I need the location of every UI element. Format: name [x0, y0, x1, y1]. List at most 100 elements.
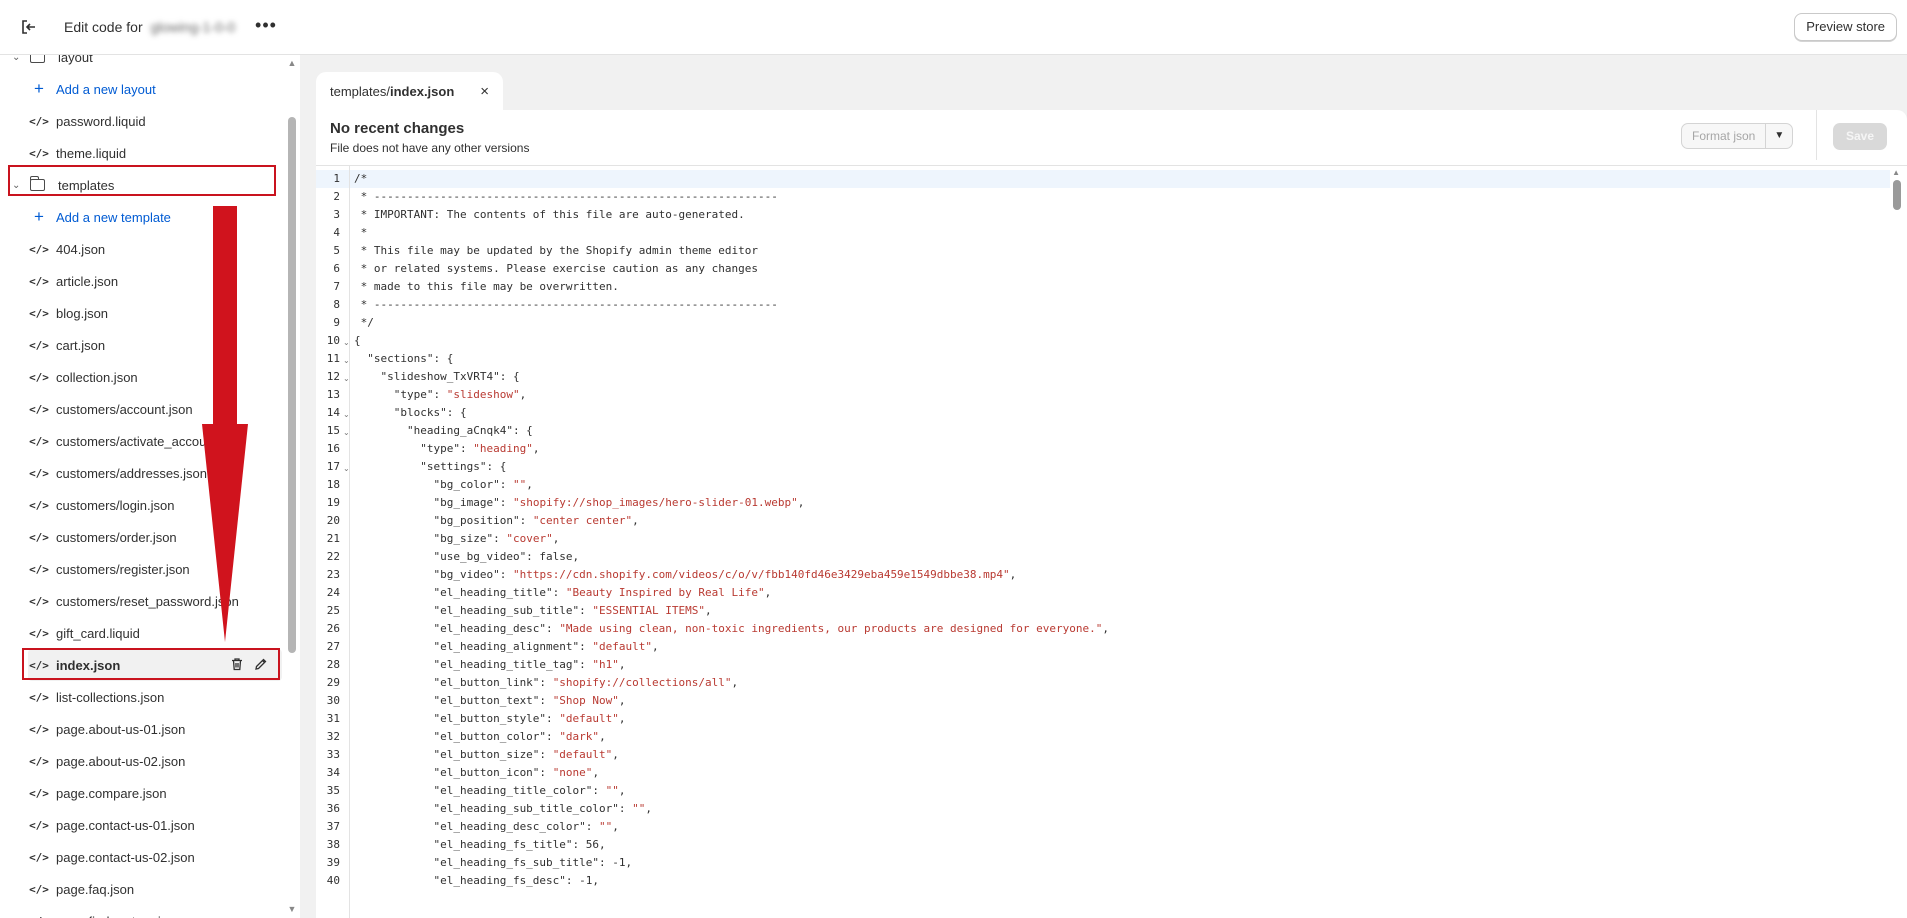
code-line[interactable]: "sections": { [354, 350, 453, 368]
fold-chevron-icon[interactable]: ⌄ [343, 334, 350, 352]
save-button[interactable]: Save [1833, 123, 1887, 150]
editor-scroll-up-icon[interactable]: ▲ [1892, 168, 1900, 177]
code-line[interactable]: "el_heading_title_color": "", [354, 782, 625, 800]
code-line[interactable]: "el_button_icon": "none", [354, 764, 599, 782]
sidebar-item-page-compare-json[interactable]: </> page.compare.json [28, 777, 282, 809]
sidebar-item-page-faq-json[interactable]: </> page.faq.json [28, 873, 282, 905]
code-line[interactable]: { [354, 332, 361, 350]
code-line[interactable]: "el_heading_desc": "Made using clean, no… [354, 620, 1109, 638]
sidebar-item-404-json[interactable]: </> 404.json [28, 233, 282, 265]
folder-layout[interactable]: ⌄ layout [0, 55, 290, 73]
string-token: "center center" [532, 514, 633, 527]
code-line[interactable]: "el_heading_sub_title": "ESSENTIAL ITEMS… [354, 602, 711, 620]
code-token: * --------------------------------------… [354, 298, 778, 311]
code-line[interactable]: * --------------------------------------… [354, 296, 778, 314]
fold-chevron-icon[interactable]: ⌄ [343, 460, 350, 478]
line-number: 8 [333, 298, 340, 311]
fold-chevron-icon[interactable]: ⌄ [343, 424, 350, 442]
sidebar-scroll-up-icon[interactable]: ▲ [287, 58, 297, 68]
code-line[interactable]: * IMPORTANT: The contents of this file a… [354, 206, 745, 224]
sidebar-item-label: page.contact-us-02.json [56, 849, 195, 865]
line-number: 4 [333, 226, 340, 239]
sidebar-item-password-liquid[interactable]: </> password.liquid [28, 105, 282, 137]
fold-chevron-icon[interactable]: ⌄ [343, 370, 350, 388]
code-token: , [618, 712, 626, 725]
code-token: , [652, 640, 659, 653]
code-editor[interactable]: 1 2 3 4 5 6 7 8 9 10 ⌄ 11 ⌄ 12 ⌄ 13 14 ⌄ 15 ⌄ 16 17 ⌄ 18 19 20 21 2… [316, 165, 1907, 918]
add-add-a-new-template-link[interactable]: + Add a new template [28, 201, 282, 233]
sidebar-scroll-down-icon[interactable]: ▼ [287, 904, 297, 914]
code-line[interactable]: "el_heading_fs_title": 56, [354, 836, 605, 854]
chevron-down-icon[interactable]: ⌄ [12, 55, 20, 63]
code-line[interactable]: "el_button_style": "default", [354, 710, 626, 728]
code-file-icon: </> [29, 370, 49, 384]
code-line[interactable]: "bg_image": "shopify://shop_images/hero-… [354, 494, 804, 512]
code-line[interactable]: "type": "slideshow", [354, 386, 526, 404]
code-line[interactable]: "el_button_text": "Shop Now", [354, 692, 625, 710]
code-line[interactable]: "settings": { [354, 458, 506, 476]
code-line[interactable]: "el_heading_fs_desc": -1, [354, 872, 599, 890]
code-line[interactable]: * made to this file may be overwritten. [354, 278, 619, 296]
code-line[interactable]: "type": "heading", [354, 440, 539, 458]
sidebar-item-page-about-us-01-json[interactable]: </> page.about-us-01.json [28, 713, 282, 745]
sidebar-item-page-contact-us-02-json[interactable]: </> page.contact-us-02.json [28, 841, 282, 873]
code-line[interactable]: * --------------------------------------… [354, 188, 778, 206]
line-number: 20 [326, 514, 340, 527]
code-token: , [519, 388, 527, 401]
code-line[interactable]: "el_heading_sub_title_color": "", [354, 800, 652, 818]
code-line[interactable]: "bg_position": "center center", [354, 512, 638, 530]
code-line[interactable]: "el_heading_alignment": "default", [354, 638, 659, 656]
page-title: Edit code for glowing-1-0-0 [64, 19, 235, 35]
editor-area: templates/index.json × No recent changes… [316, 72, 1907, 918]
format-json-button[interactable]: Format json ▼ [1681, 123, 1794, 149]
code-line[interactable]: "el_button_size": "default", [354, 746, 618, 764]
code-token: "slideshow_TxVRT4": { [354, 370, 520, 383]
code-line[interactable]: "bg_size": "cover", [354, 530, 559, 548]
format-json-label[interactable]: Format json [1682, 124, 1767, 148]
index-json-highlight-box [22, 648, 280, 680]
sidebar-item-cart-json[interactable]: </> cart.json [28, 329, 282, 361]
code-line[interactable]: "el_button_color": "dark", [354, 728, 605, 746]
code-token: * IMPORTANT: The contents of this file a… [354, 208, 745, 221]
chevron-down-icon[interactable]: ▼ [1766, 124, 1792, 148]
code-line[interactable]: "el_heading_fs_sub_title": -1, [354, 854, 632, 872]
sidebar-item-article-json[interactable]: </> article.json [28, 265, 282, 297]
sidebar-item-page-about-us-02-json[interactable]: </> page.about-us-02.json [28, 745, 282, 777]
more-actions-icon[interactable]: ••• [254, 15, 278, 39]
code-line[interactable]: /* [350, 170, 1890, 188]
code-line[interactable]: * This file may be updated by the Shopif… [354, 242, 758, 260]
code-token: "type": [354, 388, 447, 401]
sidebar-item-customers-account-json[interactable]: </> customers/account.json [28, 393, 282, 425]
code-line[interactable]: "el_heading_desc_color": "", [354, 818, 618, 836]
sidebar-item-page-contact-us-01-json[interactable]: </> page.contact-us-01.json [28, 809, 282, 841]
code-line[interactable]: "bg_video": "https://cdn.shopify.com/vid… [354, 566, 1016, 584]
preview-store-button[interactable]: Preview store [1794, 13, 1897, 41]
code-line[interactable]: "el_button_link": "shopify://collections… [354, 674, 738, 692]
code-token: "el_heading_sub_title_color": [354, 802, 633, 815]
close-icon[interactable]: × [480, 83, 489, 100]
fold-chevron-icon[interactable]: ⌄ [343, 352, 350, 370]
fold-chevron-icon[interactable]: ⌄ [343, 406, 350, 424]
sidebar-scrollbar[interactable] [288, 117, 296, 653]
code-line[interactable]: */ [354, 314, 374, 332]
tab-index-json[interactable]: templates/index.json × [316, 72, 503, 110]
code-line[interactable]: "el_heading_title_tag": "h1", [354, 656, 625, 674]
code-line[interactable]: "blocks": { [354, 404, 467, 422]
sidebar-item-blog-json[interactable]: </> blog.json [28, 297, 282, 329]
code-line[interactable]: "bg_color": "", [354, 476, 532, 494]
sidebar-item-collection-json[interactable]: </> collection.json [28, 361, 282, 393]
code-line[interactable]: "slideshow_TxVRT4": { [354, 368, 520, 386]
sidebar-item-list-collections-json[interactable]: </> list-collections.json [28, 681, 282, 713]
code-token: "el_button_icon": [354, 766, 553, 779]
code-token: /* [354, 172, 368, 185]
code-line[interactable]: "el_heading_title": "Beauty Inspired by … [354, 584, 771, 602]
editor-scrollbar[interactable] [1893, 180, 1901, 210]
code-line[interactable]: "heading_aCnqk4": { [354, 422, 533, 440]
add-add-a-new-layout-link[interactable]: + Add a new layout [28, 73, 282, 105]
sidebar-item-page-find-a-store-json[interactable]: </> page.find-a-store.json [28, 905, 282, 918]
code-line[interactable]: * or related systems. Please exercise ca… [354, 260, 758, 278]
code-line[interactable]: "use_bg_video": false, [354, 548, 579, 566]
line-number: 18 [326, 478, 340, 491]
code-line[interactable]: * [354, 224, 368, 242]
exit-icon[interactable] [18, 16, 40, 38]
